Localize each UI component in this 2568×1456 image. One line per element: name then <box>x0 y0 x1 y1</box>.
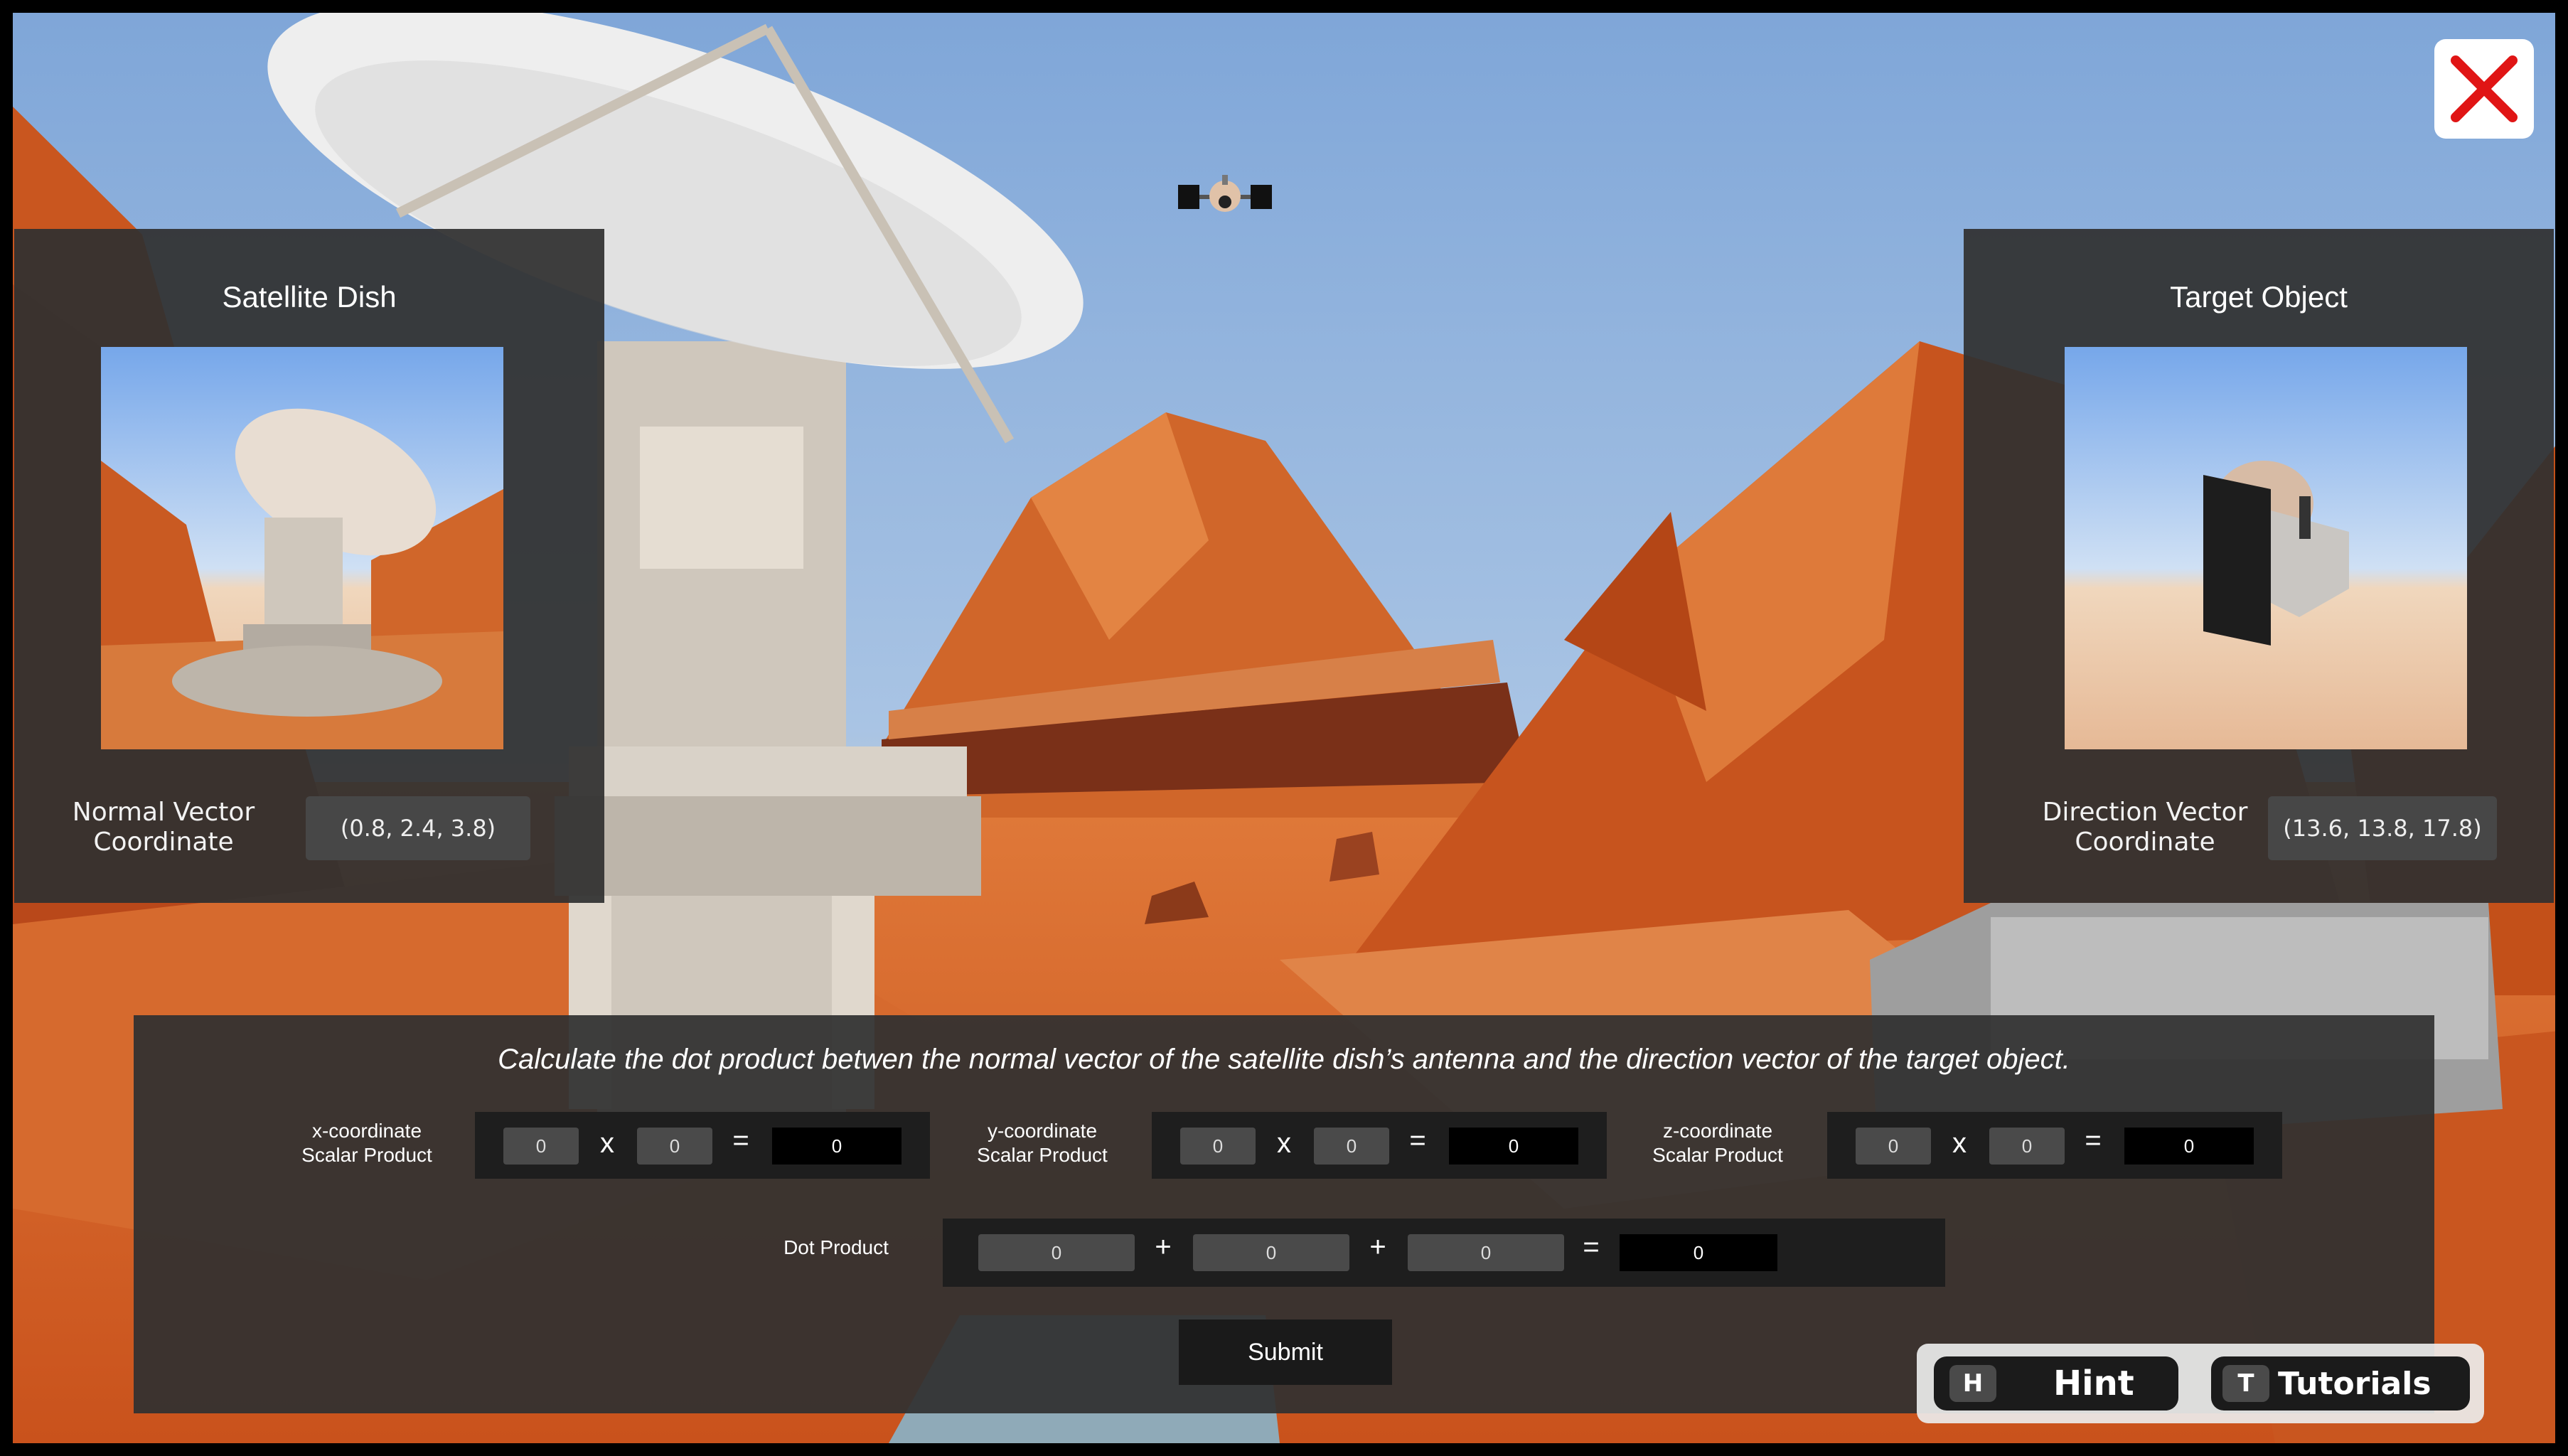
times-sign: x <box>1952 1128 1967 1159</box>
tutorials-key-icon: T <box>2222 1365 2269 1402</box>
direction-vector-label: Direction Vector Coordinate <box>2042 798 2248 857</box>
question-text: Calculate the dot product betwen the nor… <box>498 1044 2070 1075</box>
dot-product-label: Dot Product <box>783 1236 889 1258</box>
equals-sign: = <box>1583 1231 1600 1263</box>
satellite-dish-preview <box>101 347 503 749</box>
z-scalar-result[interactable]: 0 <box>2124 1128 2254 1165</box>
direction-vector-value: (13.6, 13.8, 17.8) <box>2268 796 2497 860</box>
x-scalar-group: 0 x 0 = 0 <box>475 1112 930 1179</box>
plus-sign: + <box>1155 1231 1172 1263</box>
dot-term-x-input[interactable]: 0 <box>978 1234 1135 1271</box>
z-scalar-group: 0 x 0 = 0 <box>1827 1112 2282 1179</box>
equals-sign: = <box>2085 1125 2102 1156</box>
x-scalar-result[interactable]: 0 <box>772 1128 902 1165</box>
hint-key-icon: H <box>1949 1365 1996 1402</box>
y-normal-input[interactable]: 0 <box>1180 1128 1256 1165</box>
y-direction-input[interactable]: 0 <box>1314 1128 1389 1165</box>
submit-button[interactable]: Submit <box>1179 1320 1392 1385</box>
z-scalar-label: z-coordinate Scalar Product <box>1652 1120 1783 1166</box>
hint-label: Hint <box>2053 1364 2134 1403</box>
tutorials-button[interactable]: T Tutorials <box>2211 1356 2470 1410</box>
x-scalar-label: x-coordinate Scalar Product <box>301 1120 432 1166</box>
shortcut-bar: H Hint T Tutorials <box>1917 1344 2484 1423</box>
satellite-icon <box>1177 172 1273 220</box>
dot-term-z-input[interactable]: 0 <box>1408 1234 1564 1271</box>
times-sign: x <box>1277 1128 1291 1159</box>
equals-sign: = <box>1409 1125 1426 1156</box>
hint-button[interactable]: H Hint <box>1934 1356 2178 1410</box>
y-scalar-label: y-coordinate Scalar Product <box>977 1120 1108 1166</box>
dot-product-group: 0 + 0 + 0 = 0 <box>943 1219 1945 1287</box>
tutorials-label: Tutorials <box>2278 1365 2431 1402</box>
close-button[interactable] <box>2434 39 2534 139</box>
y-scalar-result[interactable]: 0 <box>1449 1128 1578 1165</box>
y-scalar-group: 0 x 0 = 0 <box>1152 1112 1607 1179</box>
x-normal-input[interactable]: 0 <box>503 1128 579 1165</box>
z-direction-input[interactable]: 0 <box>1989 1128 2065 1165</box>
panel-title: Target Object <box>2170 280 2348 314</box>
target-object-panel: Target Object Direction Vector Coordinat… <box>1964 229 2554 903</box>
satellite-dish-panel: Satellite Dish Normal Vector Coordinate … <box>14 229 604 903</box>
dot-term-y-input[interactable]: 0 <box>1193 1234 1349 1271</box>
normal-vector-label: Normal Vector Coordinate <box>72 798 255 857</box>
plus-sign: + <box>1369 1231 1386 1263</box>
times-sign: x <box>600 1128 614 1159</box>
close-icon <box>2451 55 2518 122</box>
target-object-preview <box>2065 347 2467 749</box>
dot-product-result[interactable]: 0 <box>1620 1234 1777 1271</box>
z-normal-input[interactable]: 0 <box>1856 1128 1931 1165</box>
normal-vector-value: (0.8, 2.4, 3.8) <box>306 796 530 860</box>
equals-sign: = <box>732 1125 749 1156</box>
x-direction-input[interactable]: 0 <box>637 1128 712 1165</box>
panel-title: Satellite Dish <box>222 280 397 314</box>
